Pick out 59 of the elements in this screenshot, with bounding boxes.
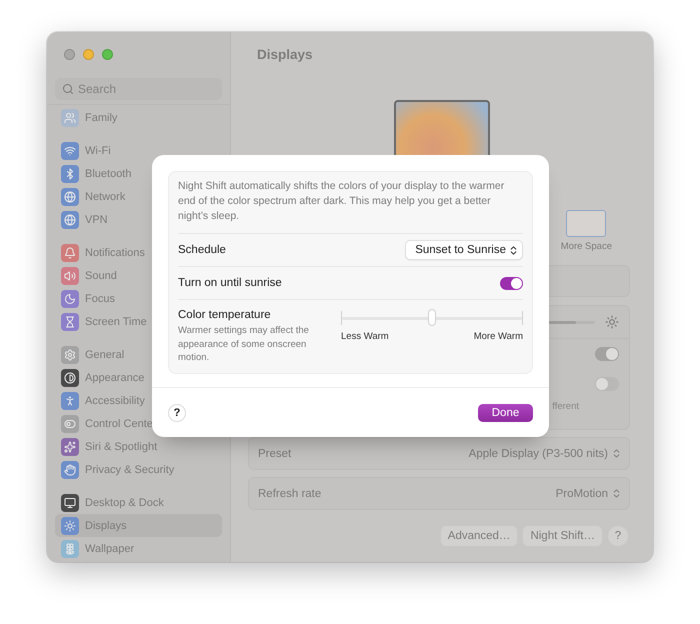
sidebar-label: Screen Time [85,316,147,328]
setting-label: Preset [258,448,292,460]
schedule-popup-button[interactable]: Sunset to Sunrise [405,240,523,260]
popup-button[interactable]: ProMotion [556,488,622,500]
sidebar-label: VPN [85,214,108,226]
option-label: More Space [560,241,612,252]
sidebar-item[interactable]: Privacy & Security [55,458,222,481]
sidebar-label: Siri & Spotlight [85,440,158,452]
slider-max-label: More Warm [474,331,523,342]
sidebar-item[interactable]: Family [55,106,222,129]
slider-thumb[interactable] [428,309,436,326]
sidebar-label: Displays [85,520,127,532]
sidebar-item[interactable]: Displays [55,514,222,537]
action-button[interactable]: Night Shift… [523,526,602,546]
sidebar-label: Notifications [85,246,145,258]
toggle-switch[interactable] [595,347,619,362]
toggle-switch[interactable] [500,276,523,290]
setting-label: Schedule [178,244,226,256]
setting-note: Warmer settings may affect the appearance of some onscreen motion. [178,324,310,364]
sidebar-label: Privacy & Security [85,464,174,476]
page-title: Displays [256,46,314,64]
description-text: Night Shift automatically shifts the colors of your display to the warmer end of the color spectrum after dark. This may help you get a better night’s sleep. [178,172,523,234]
sidebar-item[interactable]: Siri & Spotlight [55,435,222,458]
sidebar-label: Bluetooth [85,168,132,180]
sidebar-label: General [85,348,124,360]
minimize-button[interactable] [83,49,94,60]
chevron-updown-icon [508,244,519,256]
sidebar-label: Control Cente [85,418,153,430]
action-button[interactable]: Advanced… [440,526,518,546]
search-icon [62,83,74,95]
setting-label: Color temperature [178,309,272,321]
popup-button[interactable]: Apple Display (P3-500 nits) [468,448,622,460]
help-button[interactable]: ? [168,404,186,422]
temperature-slider[interactable] [341,311,523,325]
sidebar-label: Wallpaper [85,542,134,554]
display-thumbnail[interactable] [566,210,606,237]
sidebar-label: Wi-Fi [85,144,111,156]
sidebar-label: Network [85,190,126,202]
chevron-updown-icon [611,488,622,499]
sidebar-label: Desktop & Dock [85,496,164,508]
sidebar-label: Accessibility [85,394,145,406]
done-button[interactable]: Done [478,404,533,422]
sidebar-label: Sound [85,270,117,282]
help-button[interactable]: ? [608,526,628,546]
sidebar-label: Focus [85,292,115,304]
setting-label: Refresh rate [258,488,322,500]
sun-icon [605,315,619,330]
sidebar-item[interactable]: Wallpaper [55,537,222,560]
slider-min-label: Less Warm [341,331,389,342]
setting-caption: fferent [552,401,579,412]
sidebar-label: Family [85,112,118,124]
sidebar-label: Appearance [85,372,144,384]
chevron-updown-icon [611,448,622,459]
close-button[interactable] [64,49,75,60]
zoom-button[interactable] [102,49,113,60]
toggle-switch[interactable] [595,377,619,392]
sidebar-item[interactable]: Wi-Fi [55,139,222,162]
setting-label: Turn on until sunrise [178,277,282,289]
sidebar-item[interactable]: Desktop & Dock [55,491,222,514]
